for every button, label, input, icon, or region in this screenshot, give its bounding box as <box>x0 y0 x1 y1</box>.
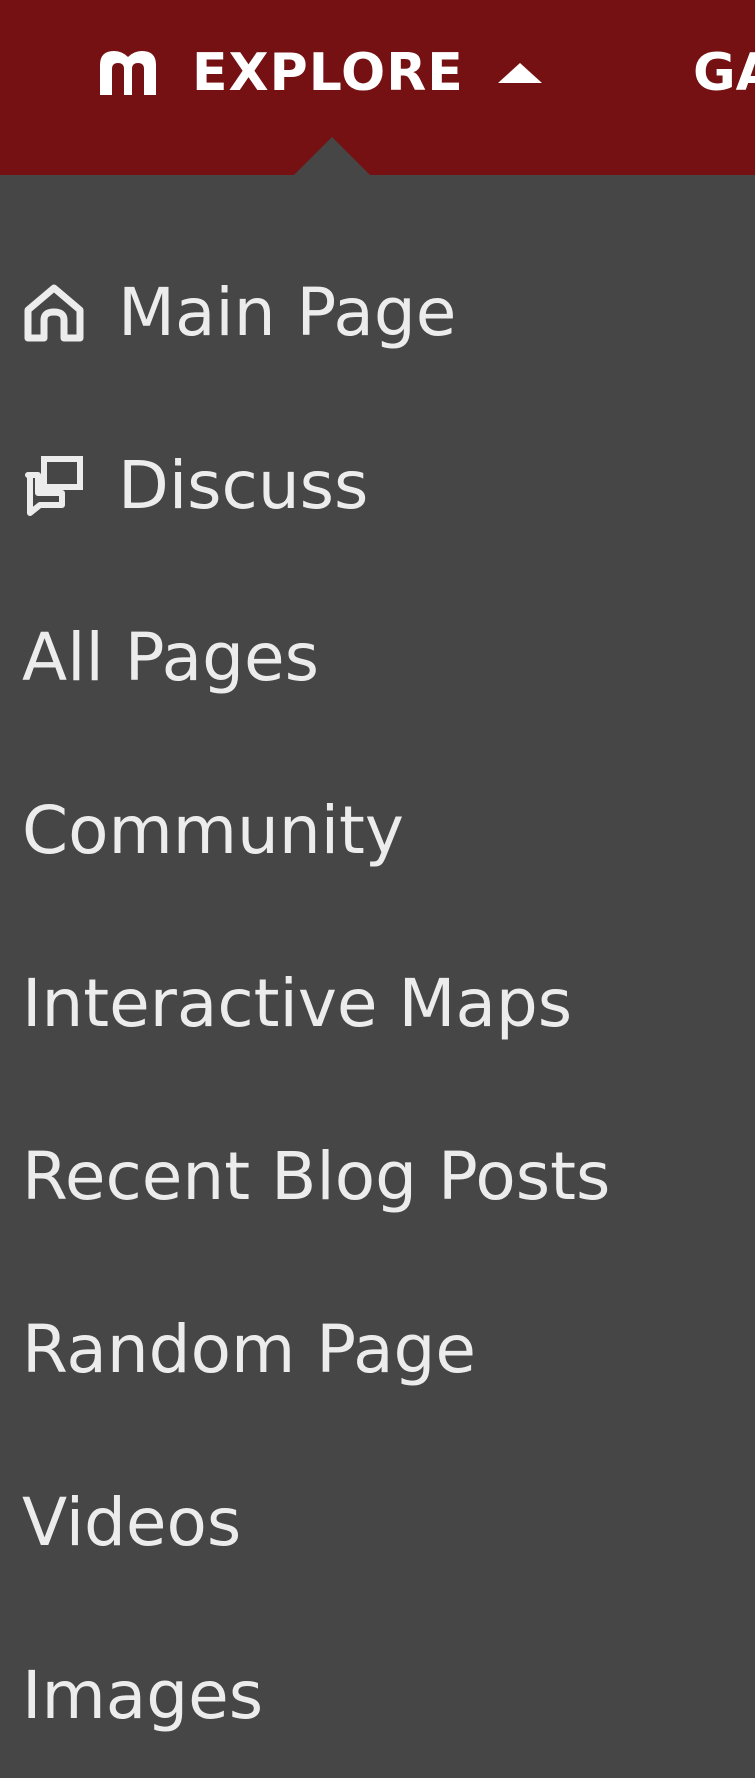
menu-item-label: Recent Blog Posts <box>22 1137 611 1215</box>
home-icon <box>22 280 86 344</box>
menu-item-label: Images <box>22 1656 264 1734</box>
menu-item-community[interactable]: Community <box>22 770 404 890</box>
explore-dropdown-toggle[interactable]: EXPLORE <box>96 38 542 108</box>
explore-dropdown-menu: Main Page Discuss All Pages Community In… <box>0 175 755 1778</box>
menu-item-videos[interactable]: Videos <box>22 1462 241 1582</box>
explore-label: EXPLORE <box>192 43 464 103</box>
menu-item-label: Community <box>22 791 404 869</box>
menu-item-label: Main Page <box>118 273 457 351</box>
menu-item-label: Random Page <box>22 1310 477 1388</box>
menu-item-discuss[interactable]: Discuss <box>22 425 368 545</box>
menu-item-images[interactable]: Images <box>22 1635 263 1755</box>
menu-item-random-page[interactable]: Random Page <box>22 1289 476 1409</box>
menu-item-label: All Pages <box>22 618 319 696</box>
discussion-icon <box>22 453 86 517</box>
nav-item-next[interactable]: GA <box>693 38 755 108</box>
menu-item-label: Interactive Maps <box>22 964 573 1042</box>
explore-map-icon <box>96 47 160 99</box>
menu-item-interactive-maps[interactable]: Interactive Maps <box>22 943 572 1063</box>
top-navigation-bar: EXPLORE GA <box>0 0 755 177</box>
caret-up-icon <box>497 63 542 83</box>
dropdown-pointer <box>292 137 372 177</box>
menu-item-label: Discuss <box>118 446 369 524</box>
menu-item-main-page[interactable]: Main Page <box>22 252 456 372</box>
menu-item-label: Videos <box>22 1483 242 1561</box>
menu-item-all-pages[interactable]: All Pages <box>22 597 319 717</box>
menu-item-recent-blog-posts[interactable]: Recent Blog Posts <box>22 1116 610 1236</box>
